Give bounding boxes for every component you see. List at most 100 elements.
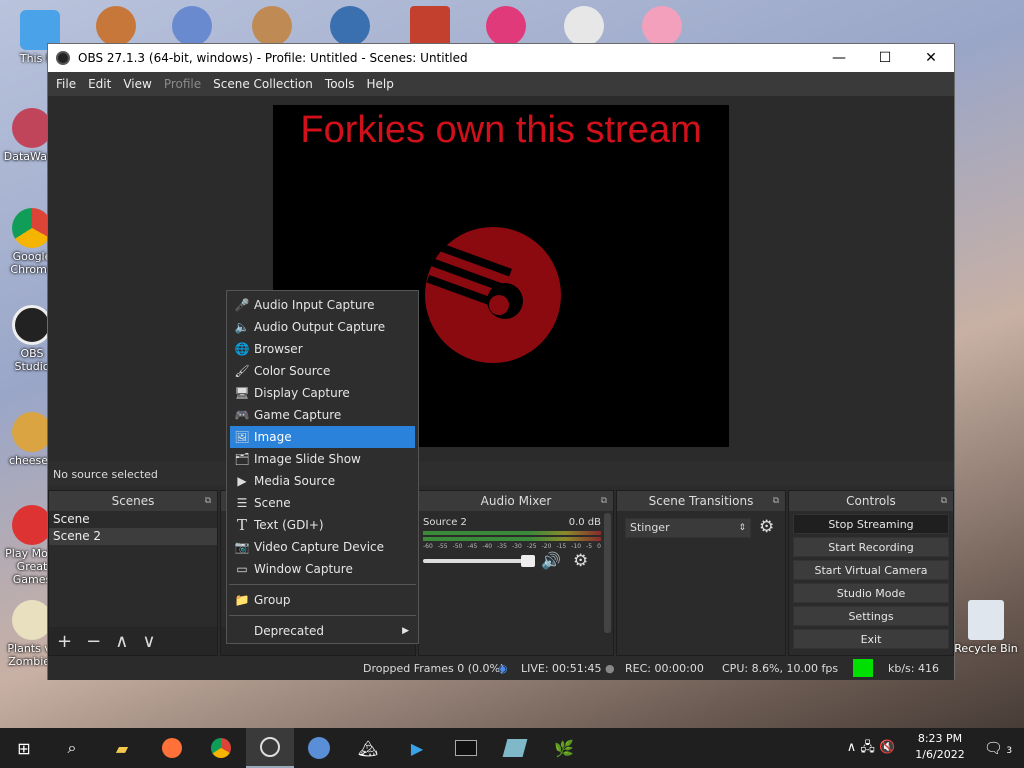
stop-streaming-button[interactable]: Stop Streaming: [793, 514, 949, 534]
search-icon: ⌕: [67, 738, 77, 757]
desktop-top-icon-5[interactable]: [410, 6, 450, 46]
undock-icon[interactable]: ⧉: [941, 491, 947, 511]
clock[interactable]: 8:23 PM 1/6/2022: [906, 728, 974, 768]
desktop-top-icon-3[interactable]: [252, 6, 292, 46]
image-icon: 🏔: [357, 738, 379, 758]
volume-slider-handle[interactable]: [521, 555, 535, 567]
menu-item-color-source[interactable]: 🖌 Color Source: [230, 360, 415, 382]
undock-icon[interactable]: ⧉: [773, 491, 779, 511]
menu-scene-collection[interactable]: Scene Collection: [207, 77, 319, 91]
menu-item-video-capture-device[interactable]: 📷 Video Capture Device: [230, 536, 415, 558]
volume-meter-2: [423, 537, 601, 541]
preview-area[interactable]: Forkies own this stream: [48, 96, 954, 462]
menu-item-browser[interactable]: 🌐 Browser: [230, 338, 415, 360]
volume-slider[interactable]: [423, 559, 533, 563]
desktop-icon-recycle-bin[interactable]: Recycle Bin: [948, 600, 1024, 655]
menu-separator: [229, 615, 416, 616]
menu-item-image-slide-show[interactable]: 🗂 Image Slide Show: [230, 448, 415, 470]
start-virtual-camera-button[interactable]: Start Virtual Camera: [793, 560, 949, 580]
transitions-header: Scene Transitions ⧉: [617, 491, 785, 511]
menu-item-image[interactable]: 🖼 Image: [230, 426, 415, 448]
desktop-top-icon-1[interactable]: [96, 6, 136, 46]
taskbar-app-9[interactable]: [491, 728, 539, 768]
cpu-usage: CPU: 8.6%, 10.00 fps: [722, 662, 839, 675]
menu-item-text-gdi[interactable]: T Text (GDI+): [230, 514, 415, 536]
taskbar-video-editor[interactable]: ▶: [393, 728, 441, 768]
undock-icon[interactable]: ⧉: [601, 491, 607, 511]
monitor-icon: 🖥: [234, 386, 250, 400]
speaker-icon: 🔈: [234, 320, 250, 334]
image-icon: 🖼: [234, 430, 250, 444]
taskbar-photos[interactable]: 🏔: [344, 728, 392, 768]
transition-gear-icon[interactable]: ⚙: [759, 517, 774, 537]
controls-dock: Controls ⧉ Stop Streaming Start Recording…: [788, 490, 954, 656]
rec-time: REC: 00:00:00: [625, 662, 704, 675]
add-scene-icon[interactable]: +: [57, 631, 72, 652]
desktop-top-icon-6[interactable]: [486, 6, 526, 46]
title-bar[interactable]: OBS 27.1.3 (64-bit, windows) - Profile: …: [48, 44, 954, 72]
audio-mixer-header: Audio Mixer ⧉: [419, 491, 613, 511]
taskbar-firefox[interactable]: [148, 728, 196, 768]
taskbar-chrome[interactable]: [197, 728, 245, 768]
menu-item-audio-input-capture[interactable]: 🎤 Audio Input Capture: [230, 294, 415, 316]
search-button[interactable]: ⌕: [48, 728, 96, 768]
qbittorrent-icon: [308, 737, 330, 759]
menu-item-window-capture[interactable]: ▭ Window Capture: [230, 558, 415, 580]
menu-item-game-capture[interactable]: 🎮 Game Capture: [230, 404, 415, 426]
mixer-scrollbar[interactable]: [604, 513, 611, 633]
notification-center[interactable]: 🗨 3: [978, 728, 1018, 768]
menu-edit[interactable]: Edit: [82, 77, 117, 91]
menu-help[interactable]: Help: [360, 77, 399, 91]
tray-icons[interactable]: ∧ 🖧 🔇: [836, 728, 906, 768]
controls-header: Controls ⧉: [789, 491, 953, 511]
datawave-icon: [12, 108, 52, 148]
maximize-button[interactable]: ☐: [862, 44, 908, 72]
dropped-frames: Dropped Frames 0 (0.0%): [363, 662, 505, 675]
menu-item-audio-output-capture[interactable]: 🔈 Audio Output Capture: [230, 316, 415, 338]
game-icon: [12, 505, 52, 545]
start-recording-button[interactable]: Start Recording: [793, 537, 949, 557]
obs-window: OBS 27.1.3 (64-bit, windows) - Profile: …: [47, 43, 955, 680]
scene-list-item[interactable]: Scene: [49, 511, 217, 528]
menu-item-media-source[interactable]: ▶ Media Source: [230, 470, 415, 492]
settings-button[interactable]: Settings: [793, 606, 949, 626]
chevron-right-icon: ▶: [402, 626, 409, 636]
taskbar-app-10[interactable]: 🌿: [540, 728, 588, 768]
desktop-top-icon-2[interactable]: [172, 6, 212, 46]
desktop-top-icon-8[interactable]: [642, 6, 682, 46]
remove-scene-icon[interactable]: −: [86, 631, 101, 652]
obs-icon: [260, 737, 280, 757]
desktop-top-icon-4[interactable]: [330, 6, 370, 46]
desktop-top-icon-7[interactable]: [564, 6, 604, 46]
chrome-icon: [12, 208, 52, 248]
menu-bar: File Edit View Profile Scene Collection …: [48, 72, 954, 96]
scene-list-item-selected[interactable]: Scene 2: [49, 528, 217, 545]
move-up-icon[interactable]: ∧: [115, 631, 128, 652]
menu-item-scene[interactable]: ☰ Scene: [230, 492, 415, 514]
move-down-icon[interactable]: ∨: [142, 631, 155, 652]
taskbar-qbittorrent[interactable]: [295, 728, 343, 768]
close-button[interactable]: ✕: [908, 44, 954, 72]
menu-item-group[interactable]: 📁 Group: [230, 589, 415, 611]
start-button[interactable]: ⊞: [0, 728, 48, 768]
speaker-icon[interactable]: 🔊: [541, 551, 561, 570]
undock-icon[interactable]: ⧉: [205, 491, 211, 511]
minimize-button[interactable]: —: [816, 44, 862, 72]
taskbar-terminal[interactable]: [442, 728, 490, 768]
menu-item-deprecated[interactable]: Deprecated ▶: [230, 620, 415, 642]
taskbar-obs[interactable]: [246, 728, 294, 768]
connection-health-indicator: [853, 659, 873, 677]
taskbar-file-explorer[interactable]: ▰: [98, 728, 146, 768]
menu-profile[interactable]: Profile: [158, 77, 207, 91]
live-icon: ◉: [498, 662, 508, 675]
menu-view[interactable]: View: [117, 77, 157, 91]
clock-date: 1/6/2022: [915, 748, 965, 761]
mixer-gear-icon[interactable]: ⚙: [573, 551, 588, 571]
menu-file[interactable]: File: [50, 77, 82, 91]
exit-button[interactable]: Exit: [793, 629, 949, 649]
menu-item-display-capture[interactable]: 🖥 Display Capture: [230, 382, 415, 404]
transition-select[interactable]: Stinger ⇕: [625, 518, 751, 538]
scenes-dock-header: Scenes ⧉: [49, 491, 217, 511]
menu-tools[interactable]: Tools: [319, 77, 361, 91]
studio-mode-button[interactable]: Studio Mode: [793, 583, 949, 603]
